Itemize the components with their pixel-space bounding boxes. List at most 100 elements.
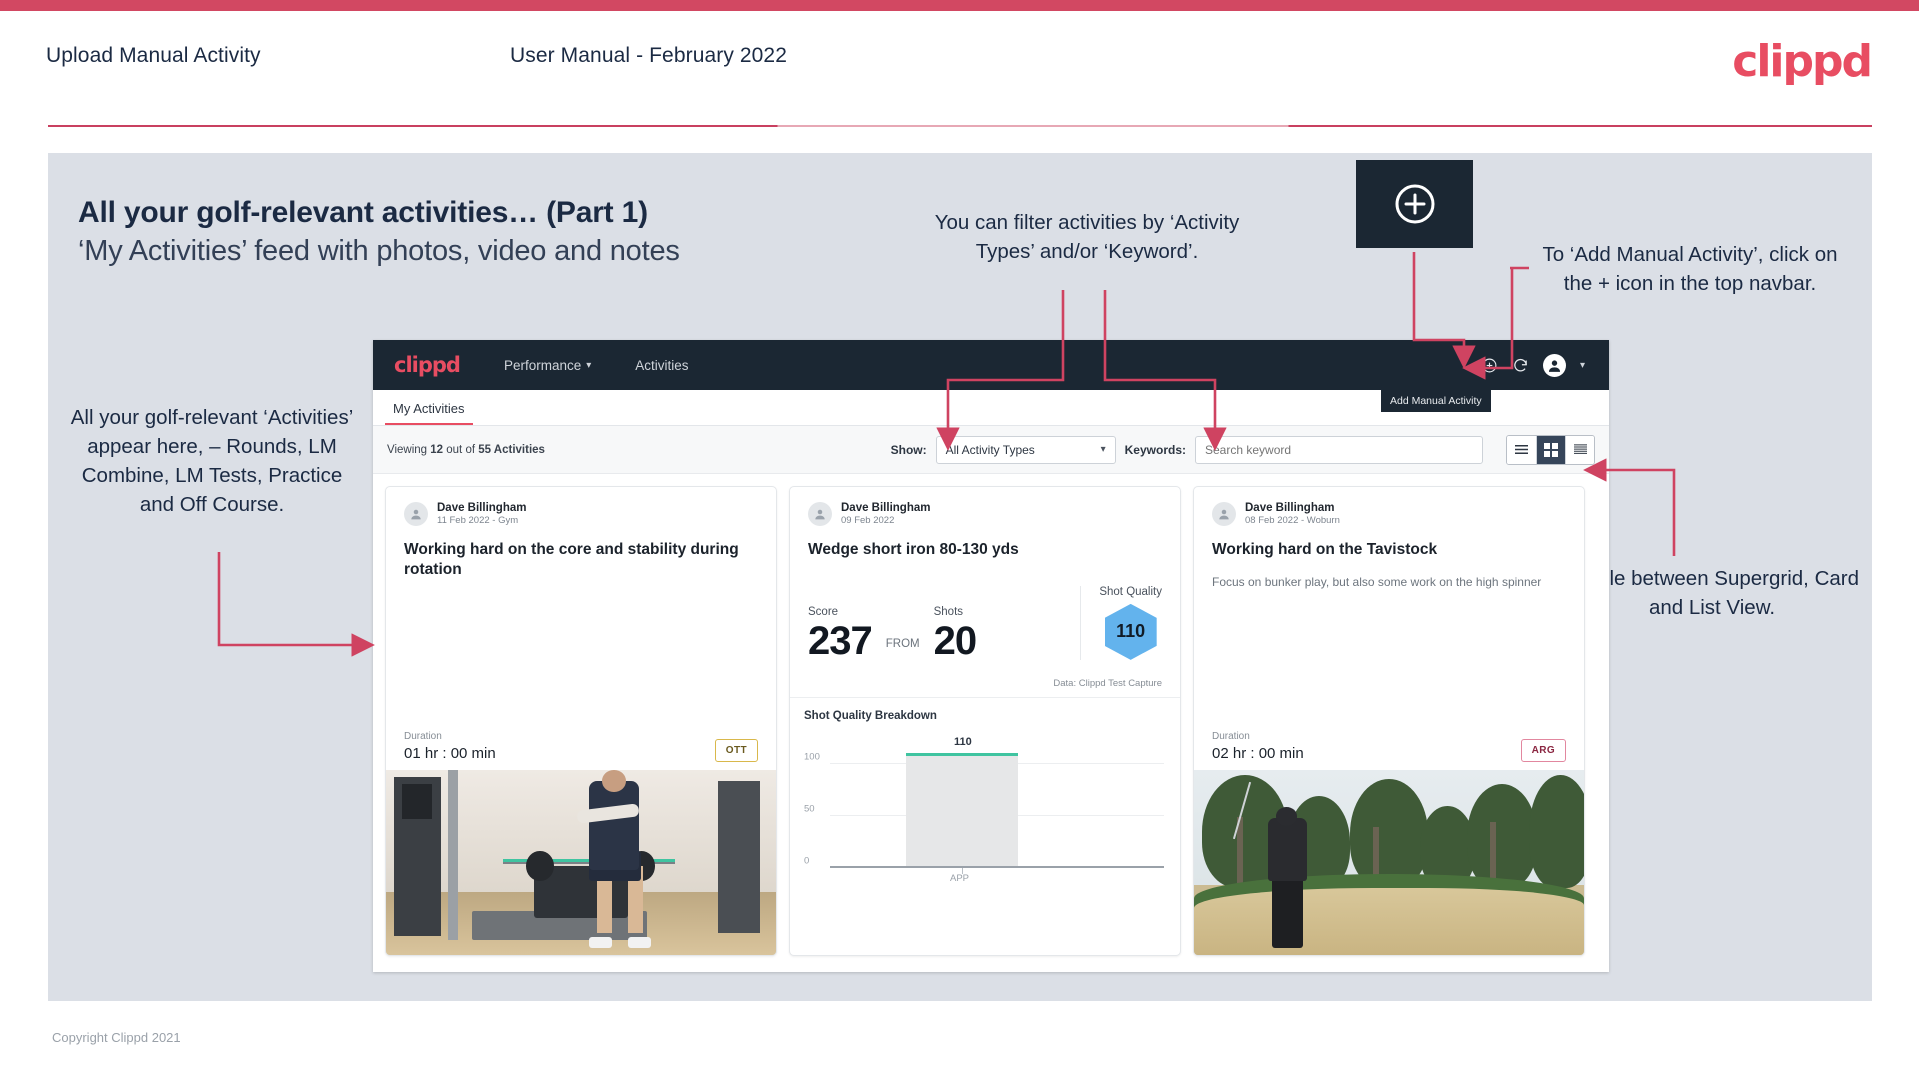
card-title: Working hard on the Tavistock <box>1212 540 1438 558</box>
nav-item-activities-label: Activities <box>635 357 689 373</box>
page-subtitle: ‘My Activities’ feed with photos, video … <box>78 235 680 267</box>
shot-quality-hexagon: 110 <box>1104 603 1157 660</box>
chevron-down-icon: ▾ <box>586 359 592 371</box>
x-axis <box>830 866 1164 868</box>
viewing-count: 12 <box>430 443 444 456</box>
chevron-down-icon: ▾ <box>1100 444 1106 455</box>
card-author-block: Dave Billingham 08 Feb 2022 - Woburn <box>1245 501 1340 528</box>
score-stat: Score 237 <box>808 605 873 663</box>
avatar <box>404 502 428 527</box>
navbar-actions: ▾ <box>1481 353 1595 377</box>
card-note: Focus on bunker play, but also some work… <box>1212 574 1542 589</box>
card-duration-block: Duration 01 hr : 00 min <box>404 731 496 762</box>
callout-activities-feed: All your golf-relevant ‘Activities’ appe… <box>70 406 354 517</box>
card-stats-row: Score 237 FROM Shots 20 Shot Quality 110 <box>790 560 1180 670</box>
top-accent-bar <box>0 0 1919 11</box>
callout-add-manual-activity: To ‘Add Manual Activity’, click on the +… <box>1542 243 1838 296</box>
avatar <box>808 502 832 527</box>
nav-item-performance-label: Performance <box>503 357 582 373</box>
nav-item-activities[interactable]: Activities <box>635 358 688 373</box>
app-screenshot: clippd Performance ▾ Activities ▾ Add Ma… <box>373 340 1609 972</box>
slide-root: Upload Manual Activity User Manual - Feb… <box>0 0 1919 1079</box>
callout-filter-activities: You can filter activities by ‘Activity T… <box>934 211 1240 264</box>
duration-value: 01 hr : 00 min <box>404 745 496 762</box>
app-logo[interactable]: clippd <box>394 353 461 377</box>
plus-circle-icon[interactable] <box>1481 357 1498 374</box>
y-tick-50: 50 <box>804 803 815 815</box>
gym-video-thumbnail[interactable] <box>386 770 776 955</box>
tab-my-activities[interactable]: My Activities <box>385 401 473 425</box>
bar-value-label: 110 <box>954 735 972 748</box>
data-source-caption: Data: Clippd Test Capture <box>790 670 1180 698</box>
shot-quality-stat: Shot Quality 110 <box>1080 585 1162 660</box>
user-avatar-icon[interactable] <box>1542 353 1566 377</box>
viewing-total: 55 Activities <box>478 443 545 456</box>
card-author-row: Dave Billingham 11 Feb 2022 - Gym <box>386 487 776 528</box>
nav-item-performance[interactable]: Performance ▾ <box>504 358 591 373</box>
add-activity-highlight-box <box>1356 160 1473 248</box>
shots-label: Shots <box>933 605 964 618</box>
status-badge: ARG <box>1520 739 1566 762</box>
viewing-prefix: Viewing <box>387 443 431 456</box>
status-badge: OTT <box>714 739 758 762</box>
from-label: FROM <box>885 637 920 650</box>
card-duration-row: Duration 02 hr : 00 min ARG <box>1194 731 1584 770</box>
header-divider <box>48 125 1872 127</box>
supergrid-view-icon[interactable] <box>1536 435 1565 464</box>
card-meta: 11 Feb 2022 - Gym <box>437 515 519 527</box>
card-author-name: Dave Billingham <box>1245 502 1335 514</box>
bunker-photo-thumbnail[interactable] <box>1194 770 1584 955</box>
view-mode-toggle-group <box>1506 434 1595 465</box>
shot-quality-breakdown-chart: Shot Quality Breakdown 0 50 100 110 APP <box>790 698 1180 894</box>
activity-card[interactable]: Dave Billingham 11 Feb 2022 - Gym Workin… <box>385 486 777 956</box>
chart-plot-area: 0 50 100 110 APP <box>804 735 1166 888</box>
score-label: Score <box>808 605 839 618</box>
x-tick-APP: APP <box>950 872 970 884</box>
chart-title: Shot Quality Breakdown <box>804 709 937 722</box>
viewing-middle: out of <box>443 443 479 456</box>
activity-type-select[interactable]: All Activity Types ▾ <box>935 435 1116 464</box>
avatar <box>1212 502 1236 527</box>
chevron-down-icon[interactable]: ▾ <box>1580 360 1585 371</box>
card-title: Working hard on the core and stability d… <box>404 540 739 578</box>
card-meta: 09 Feb 2022 <box>841 515 895 527</box>
card-meta: 08 Feb 2022 - Woburn <box>1245 515 1340 527</box>
filter-controls: Show: All Activity Types ▾ Keywords: <box>890 434 1595 465</box>
app-navbar: clippd Performance ▾ Activities ▾ Add Ma… <box>373 340 1609 412</box>
viewing-count-text: Viewing 12 out of 55 Activities <box>387 444 545 456</box>
card-title: Wedge short iron 80-130 yds <box>808 540 1019 558</box>
show-label: Show: <box>890 442 927 457</box>
slide-header-title: Upload Manual Activity <box>46 44 261 67</box>
duration-label: Duration <box>1212 731 1250 742</box>
search-keyword-input[interactable] <box>1195 435 1483 464</box>
footer-copyright: Copyright Clippd 2021 <box>52 1030 181 1045</box>
card-view-icon[interactable] <box>1565 435 1594 464</box>
refresh-icon[interactable] <box>1512 357 1529 374</box>
shots-value: 20 <box>933 618 977 663</box>
card-author-row: Dave Billingham 09 Feb 2022 <box>790 487 1180 528</box>
duration-label: Duration <box>404 731 442 742</box>
slide-header-subtitle: User Manual - February 2022 <box>510 44 787 67</box>
card-author-block: Dave Billingham 09 Feb 2022 <box>841 501 930 528</box>
duration-value: 02 hr : 00 min <box>1212 745 1304 762</box>
keywords-label: Keywords: <box>1124 442 1186 457</box>
shot-quality-label: Shot Quality <box>1099 585 1162 598</box>
card-author-name: Dave Billingham <box>841 502 931 514</box>
card-duration-row: Duration 01 hr : 00 min OTT <box>386 731 776 770</box>
card-author-name: Dave Billingham <box>437 502 527 514</box>
clippd-logo: clippd <box>1732 36 1873 87</box>
y-tick-100: 100 <box>804 751 820 763</box>
plus-circle-icon <box>1395 184 1434 224</box>
add-manual-activity-tooltip: Add Manual Activity <box>1381 390 1491 412</box>
shots-stat: Shots 20 <box>933 605 977 663</box>
page-title: All your golf-relevant activities… (Part… <box>78 196 648 229</box>
card-duration-block: Duration 02 hr : 00 min <box>1212 731 1304 762</box>
score-value: 237 <box>808 618 873 663</box>
activity-type-select-value: All Activity Types <box>945 442 1035 457</box>
activity-card[interactable]: Dave Billingham 09 Feb 2022 Wedge short … <box>789 486 1181 956</box>
card-author-block: Dave Billingham 11 Feb 2022 - Gym <box>437 501 526 528</box>
activity-card[interactable]: Dave Billingham 08 Feb 2022 - Woburn Wor… <box>1193 486 1585 956</box>
bar-APP <box>906 752 1018 867</box>
y-tick-0: 0 <box>804 855 810 867</box>
list-view-icon[interactable] <box>1507 435 1536 464</box>
